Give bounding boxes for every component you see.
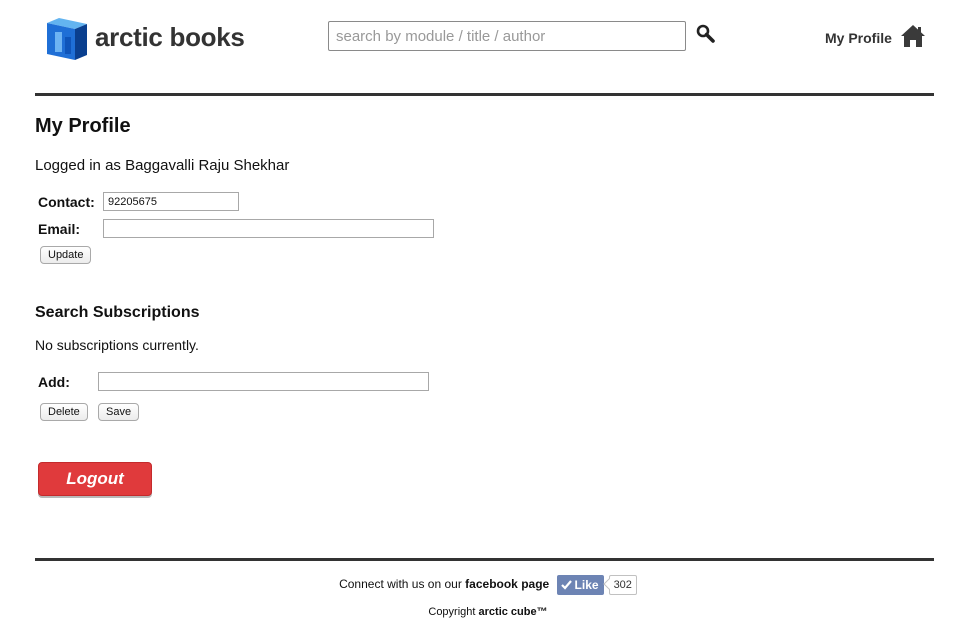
search-input[interactable] xyxy=(328,21,686,51)
checkmark-icon xyxy=(560,580,572,590)
home-icon xyxy=(901,25,925,47)
add-label: Add: xyxy=(38,374,70,390)
brand-logo[interactable]: arctic books xyxy=(45,17,245,63)
my-profile-link[interactable]: My Profile xyxy=(825,30,892,46)
contact-field[interactable] xyxy=(103,192,239,211)
footer-divider xyxy=(35,558,934,561)
email-label: Email: xyxy=(38,221,81,237)
facebook-like-button[interactable]: Like xyxy=(556,575,604,595)
search-button[interactable] xyxy=(696,24,716,46)
like-count: 302 xyxy=(608,575,637,595)
subscriptions-title: Search Subscriptions xyxy=(35,304,200,321)
home-button[interactable] xyxy=(900,23,926,49)
copyright-brand: arctic cube™ xyxy=(478,606,548,618)
no-subscriptions-text: No subscriptions currently. xyxy=(35,337,199,353)
facebook-page-link[interactable]: facebook page xyxy=(465,577,549,591)
like-label: Like xyxy=(574,578,599,592)
brand-name: arctic books xyxy=(95,22,245,52)
save-button[interactable]: Save xyxy=(98,403,140,421)
footer-connect: Connect with us on our facebook page Lik… xyxy=(0,575,976,595)
logged-in-text: Logged in as Baggavalli Raju Shekhar xyxy=(35,157,290,174)
connect-text: Connect with us on our xyxy=(339,577,462,592)
add-subscription-field[interactable] xyxy=(98,372,429,391)
copyright-prefix: Copyright xyxy=(428,606,476,618)
copyright: Copyright arctic cube™ xyxy=(0,606,976,618)
page-title: My Profile xyxy=(35,115,131,137)
magnifier-icon xyxy=(696,24,715,43)
contact-label: Contact: xyxy=(38,194,95,210)
delete-button[interactable]: Delete xyxy=(40,403,88,421)
email-field[interactable] xyxy=(103,219,434,238)
update-button[interactable]: Update xyxy=(40,246,92,264)
blue-cube-logo-icon xyxy=(47,18,87,60)
logout-button[interactable]: Logout xyxy=(38,462,152,496)
header-divider xyxy=(35,93,934,96)
